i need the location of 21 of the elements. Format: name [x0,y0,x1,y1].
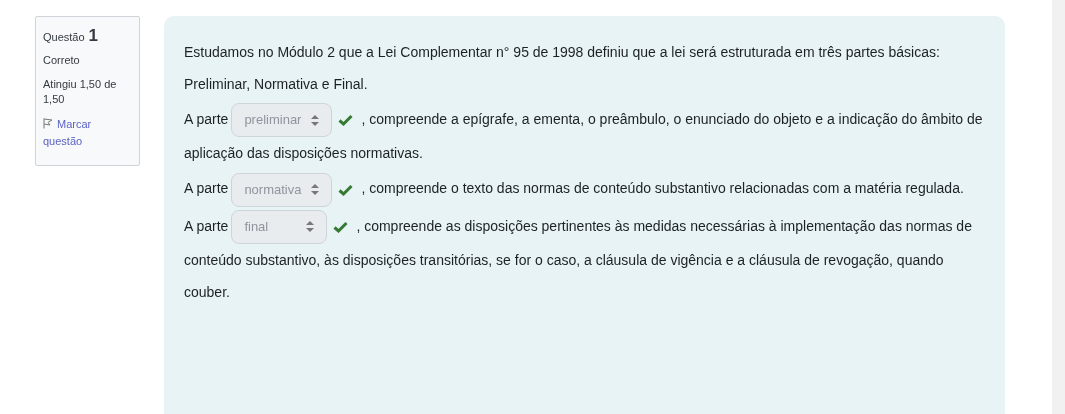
part-text: aplicação das disposições normativas. [184,144,424,164]
prefix-text: A parte [184,111,229,127]
sort-arrows-icon [311,184,320,196]
grade-text: Atingiu 1,50 de 1,50 [43,76,118,107]
sort-arrows-icon [306,221,315,233]
part-text: , compreende a epígrafe, a ementa, o preâmbulo, o enunciado do objeto e a indicação do âmbito de [361,111,983,127]
sort-arrows-icon [311,114,320,126]
part-text: conteúdo substantivo, às disposições transitórias, se for o caso, a cláusula de vigência e a cláusula de revogação, quando couber. [184,250,945,302]
status-text: Correto [43,52,81,67]
prefix-text: A parte [184,180,229,197]
question-number: 1 [88,25,99,47]
question-label: Questão [43,30,85,45]
answer-select: preliminar [231,103,333,138]
answer-select: final [231,209,328,244]
flag-icon [43,117,53,129]
prefix-text: A parte [184,217,229,234]
part-text: , compreende as disposições pertinentes às medidas necessárias à implementação das normas de [356,217,972,234]
part-text: , compreende o texto das normas de conteúdo substantivo relacionadas com a matéria regulada. [361,180,964,197]
flag-question-link[interactable]: Marcar questão [43,115,132,150]
answer-select: normativa [231,172,333,207]
question-text: Estudamos no Módulo 2 que a Lei Complementar n° 95 de 1998 definiu que a lei será estruturada em três partes básicas: Preliminar, Normativa e Final. [184,43,941,94]
